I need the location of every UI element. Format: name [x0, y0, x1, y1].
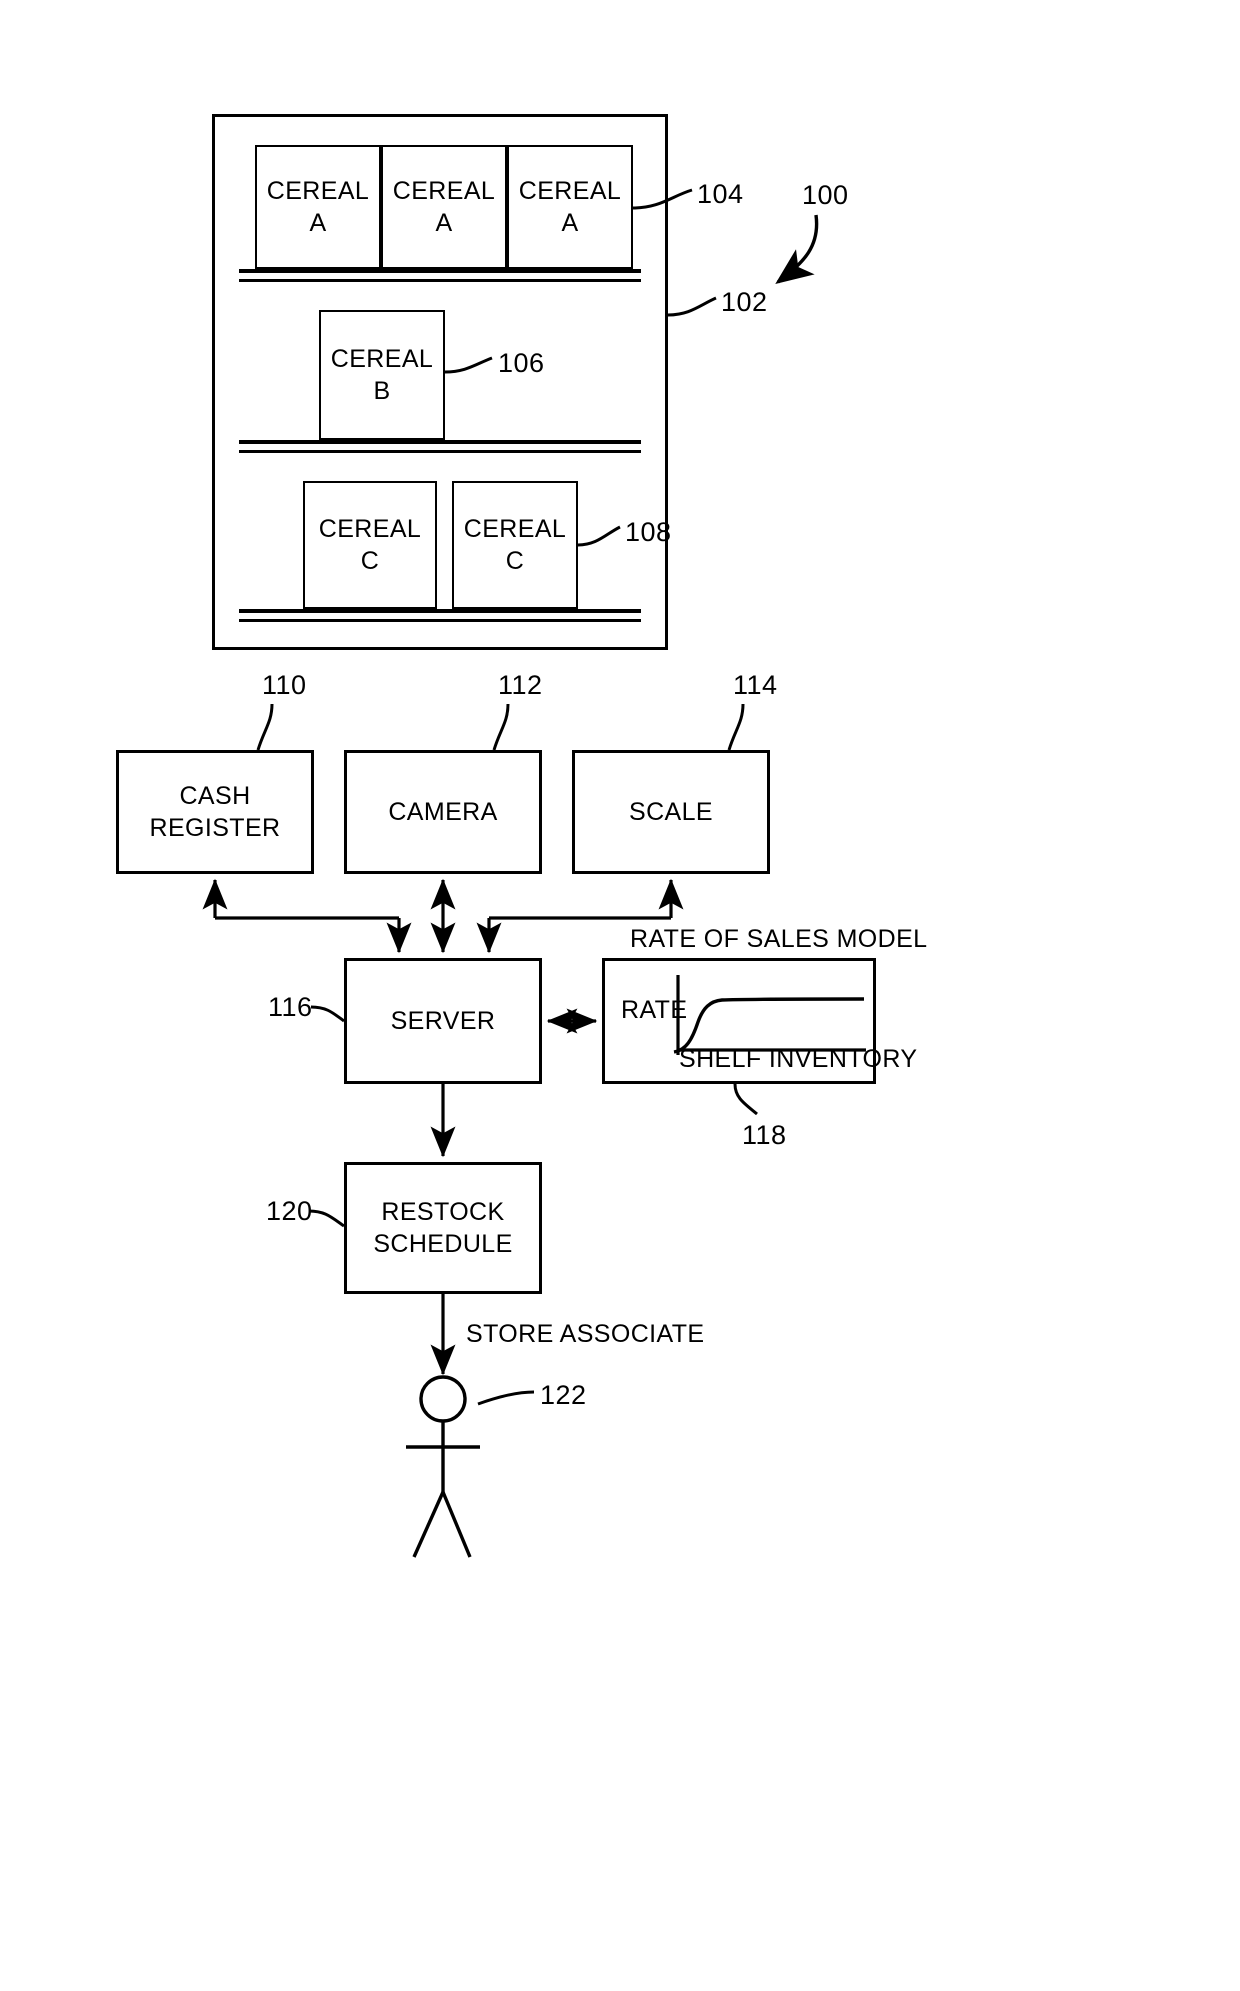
- product-box-cereal-a-3: CEREAL A: [507, 145, 633, 269]
- rate-of-sales-model-title: RATE OF SALES MODEL: [630, 925, 928, 953]
- product-name-line1: CEREAL: [518, 177, 622, 205]
- refnum-120: 120: [266, 1196, 313, 1226]
- product-name-line2: C: [505, 547, 525, 575]
- product-name-line1: CEREAL: [392, 177, 496, 205]
- leader-118: [733, 1083, 758, 1116]
- refnum-110: 110: [262, 670, 307, 700]
- node-scale[interactable]: SCALE: [572, 750, 770, 874]
- refnum-108: 108: [625, 517, 672, 547]
- product-box-cereal-a-1: CEREAL A: [255, 145, 381, 269]
- product-name-line2: A: [561, 209, 579, 237]
- product-name-line1: CEREAL: [463, 515, 567, 543]
- leader-116: [310, 1005, 345, 1023]
- leader-114: [727, 703, 745, 751]
- leader-100-arrow: [775, 214, 819, 285]
- product-name-line2: A: [309, 209, 327, 237]
- node-server[interactable]: SERVER: [344, 958, 542, 1084]
- node-label-line1: SERVER: [390, 1007, 496, 1035]
- product-box-cereal-b-1: CEREAL B: [319, 310, 445, 440]
- chart-xlabel-shelf-inventory: SHELF INVENTORY: [679, 1045, 918, 1073]
- shelf-plank-top-lower: [239, 279, 641, 282]
- leader-112: [492, 703, 510, 751]
- refnum-102: 102: [721, 287, 768, 317]
- refnum-112: 112: [498, 670, 543, 700]
- leader-120: [308, 1209, 345, 1228]
- shelf-plank-middle: [239, 440, 641, 444]
- refnum-106: 106: [498, 348, 545, 378]
- associate-leg-right: [441, 1491, 472, 1558]
- node-label-line1: CAMERA: [388, 798, 498, 826]
- product-name-line1: CEREAL: [266, 177, 370, 205]
- product-box-cereal-c-1: CEREAL C: [303, 481, 437, 609]
- refnum-122: 122: [540, 1380, 587, 1410]
- node-restock-schedule[interactable]: RESTOCK SCHEDULE: [344, 1162, 542, 1294]
- shelf-plank-top: [239, 269, 641, 273]
- shelf-plank-middle-lower: [239, 450, 641, 453]
- refnum-100: 100: [802, 180, 849, 210]
- leader-122: [477, 1390, 535, 1406]
- chart-ylabel-rate: RATE: [621, 996, 688, 1024]
- node-label-line2: SCHEDULE: [373, 1230, 513, 1258]
- node-label-line1: RESTOCK: [381, 1198, 505, 1226]
- node-label-line1: CASH: [179, 782, 251, 810]
- node-label-line1: SCALE: [629, 798, 713, 826]
- node-camera[interactable]: CAMERA: [344, 750, 542, 874]
- product-name-line2: B: [373, 377, 391, 405]
- product-box-cereal-c-2: CEREAL C: [452, 481, 578, 609]
- leader-110: [256, 703, 274, 751]
- product-name-line2: A: [435, 209, 453, 237]
- node-cash-register[interactable]: CASH REGISTER: [116, 750, 314, 874]
- store-associate-label: STORE ASSOCIATE: [466, 1320, 705, 1348]
- patent-figure: CEREAL A CEREAL A CEREAL A CEREAL B CERE…: [0, 0, 1240, 1991]
- product-name-line2: C: [360, 547, 380, 575]
- refnum-114: 114: [733, 670, 778, 700]
- shelf-plank-bottom-lower: [239, 619, 641, 622]
- leader-102: [667, 296, 717, 317]
- product-name-line1: CEREAL: [330, 345, 434, 373]
- node-label-line2: REGISTER: [149, 814, 281, 842]
- shelf-plank-bottom: [239, 609, 641, 613]
- refnum-104: 104: [697, 179, 744, 209]
- refnum-118: 118: [742, 1120, 787, 1150]
- product-name-line1: CEREAL: [318, 515, 422, 543]
- associate-leg-left: [412, 1491, 445, 1558]
- refnum-116: 116: [268, 992, 313, 1022]
- associate-head: [419, 1375, 467, 1423]
- product-box-cereal-a-2: CEREAL A: [381, 145, 507, 269]
